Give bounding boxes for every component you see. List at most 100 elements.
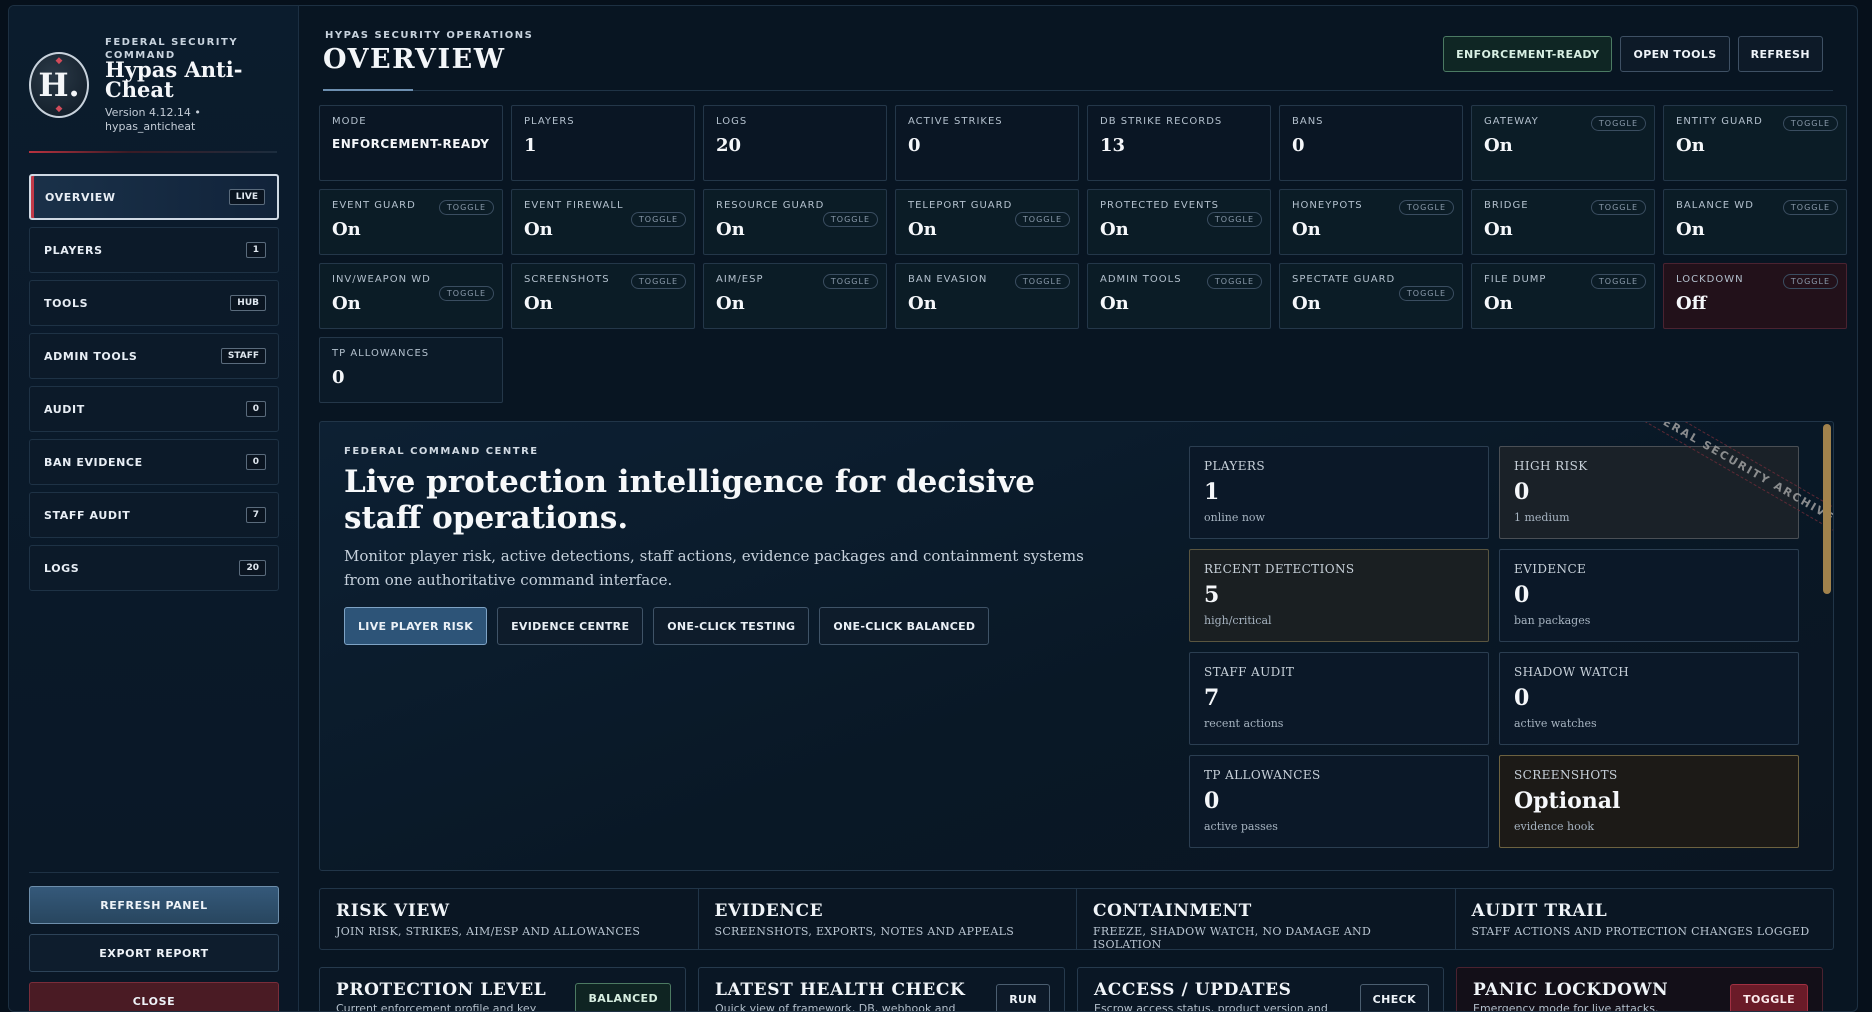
panel-latest-health-check: LATEST HEALTH CHECK Quick view of framew… <box>698 967 1065 1011</box>
bridge-toggle[interactable]: TOGGLE <box>1590 200 1646 215</box>
stat-resource-guard: RESOURCE GUARD On TOGGLE <box>703 189 887 255</box>
section-title: RISK VIEW <box>336 901 450 921</box>
event-guard-toggle[interactable]: TOGGLE <box>438 200 494 215</box>
summary-card-value: 5 <box>1204 582 1220 608</box>
summary-card-value: 0 <box>1204 788 1220 814</box>
gateway-toggle[interactable]: TOGGLE <box>1590 116 1646 131</box>
stat-admin-tools: ADMIN TOOLS On TOGGLE <box>1087 263 1271 329</box>
summary-card-sub: ban packages <box>1514 614 1591 627</box>
balance-wd-toggle[interactable]: TOGGLE <box>1782 200 1838 215</box>
summary-card-recent-detections: RECENT DETECTIONS 5 high/critical <box>1189 549 1489 642</box>
sidebar-item-staff-audit[interactable]: STAFF AUDIT 7 <box>29 492 279 538</box>
inv-weapon-wd-toggle[interactable]: TOGGLE <box>438 286 494 301</box>
stat-event-firewall: EVENT FIREWALL On TOGGLE <box>511 189 695 255</box>
stat-label: ACTIVE STRIKES <box>908 116 1003 127</box>
sidebar-item-label: BAN EVIDENCE <box>44 455 143 469</box>
aim-esp-toggle[interactable]: TOGGLE <box>822 274 878 289</box>
stat-value: 20 <box>716 135 742 156</box>
sidebar-item-players[interactable]: PLAYERS 1 <box>29 227 279 273</box>
stat-value: ENFORCEMENT-READY <box>332 137 490 151</box>
stat-value: On <box>1100 293 1129 314</box>
sidebar-item-label: STAFF AUDIT <box>44 508 131 522</box>
summary-card-sub: active watches <box>1514 717 1597 730</box>
check-button[interactable]: CHECK <box>1359 984 1429 1011</box>
stat-value: On <box>1484 293 1513 314</box>
sidebar-item-ban-evidence[interactable]: BAN EVIDENCE 0 <box>29 439 279 485</box>
stat-label: LOGS <box>716 116 748 127</box>
enforcement-ready-button[interactable]: ENFORCEMENT-READY <box>1443 36 1613 72</box>
screenshots-toggle[interactable]: TOGGLE <box>630 274 686 289</box>
live-player-risk-button[interactable]: LIVE PLAYER RISK <box>344 607 488 645</box>
open-tools-button[interactable]: OPEN TOOLS <box>1620 36 1730 72</box>
scrollbar-thumb[interactable] <box>1823 424 1831 594</box>
section-evidence[interactable]: EVIDENCE SCREENSHOTS, EXPORTS, NOTES AND… <box>699 889 1077 949</box>
section-subtitle: SCREENSHOTS, EXPORTS, NOTES AND APPEALS <box>714 925 1015 938</box>
section-audit-trail[interactable]: AUDIT TRAIL STAFF ACTIONS AND PROTECTION… <box>1456 889 1834 949</box>
sidebar-item-label: OVERVIEW <box>45 190 116 204</box>
stat-aim-esp: AIM/ESP On TOGGLE <box>703 263 887 329</box>
sidebar-item-audit[interactable]: AUDIT 0 <box>29 386 279 432</box>
run-button[interactable]: RUN <box>996 984 1050 1011</box>
summary-card-label: PLAYERS <box>1204 459 1265 473</box>
stat-value: 0 <box>1292 135 1305 156</box>
teleport-guard-toggle[interactable]: TOGGLE <box>1014 212 1070 227</box>
stat-label: PLAYERS <box>524 116 575 127</box>
one-click-testing-button[interactable]: ONE-CLICK TESTING <box>653 607 810 645</box>
stat-label: EVENT FIREWALL <box>524 200 624 211</box>
refresh-panel-button[interactable]: REFRESH PANEL <box>29 886 279 924</box>
file-dump-toggle[interactable]: TOGGLE <box>1590 274 1646 289</box>
title-divider <box>323 89 1833 91</box>
logo-letter: H. <box>38 66 80 104</box>
section-title: AUDIT TRAIL <box>1471 901 1608 921</box>
summary-card-label: TP ALLOWANCES <box>1204 768 1321 782</box>
entity-guard-toggle[interactable]: TOGGLE <box>1782 116 1838 131</box>
stat-ban-evasion: BAN EVASION On TOGGLE <box>895 263 1079 329</box>
spectate-guard-toggle[interactable]: TOGGLE <box>1398 286 1454 301</box>
protected-events-toggle[interactable]: TOGGLE <box>1206 212 1262 227</box>
stat-logs: LOGS 20 <box>703 105 887 181</box>
section-subtitle: STAFF ACTIONS AND PROTECTION CHANGES LOG… <box>1471 925 1810 938</box>
stat-value: On <box>524 293 553 314</box>
stat-lockdown: LOCKDOWN Off TOGGLE <box>1663 263 1847 329</box>
sidebar-item-badge: LIVE <box>228 189 265 205</box>
stat-value: 0 <box>332 367 345 388</box>
balanced-button[interactable]: BALANCED <box>575 983 671 1011</box>
sidebar-item-tools[interactable]: TOOLS HUB <box>29 280 279 326</box>
ban-evasion-toggle[interactable]: TOGGLE <box>1014 274 1070 289</box>
section-risk-view[interactable]: RISK VIEW JOIN RISK, STRIKES, AIM/ESP AN… <box>320 889 699 949</box>
stat-label: BANS <box>1292 116 1324 127</box>
panel-access-updates: ACCESS / UPDATES Escrow access status, p… <box>1077 967 1444 1011</box>
section-subtitle: FREEZE, SHADOW WATCH, NO DAMAGE AND ISOL… <box>1093 925 1372 951</box>
stat-teleport-guard: TELEPORT GUARD On TOGGLE <box>895 189 1079 255</box>
summary-card-label: RECENT DETECTIONS <box>1204 562 1355 576</box>
refresh-button[interactable]: REFRESH <box>1737 36 1823 72</box>
summary-card-sub: active passes <box>1204 820 1278 833</box>
panic-toggle-button[interactable]: TOGGLE <box>1730 984 1808 1011</box>
brand: H. ◆ ◆ FEDERAL SECURITY COMMAND Hypas An… <box>29 30 289 140</box>
event-firewall-toggle[interactable]: TOGGLE <box>630 212 686 227</box>
stat-value: On <box>716 293 745 314</box>
stat-label: DB STRIKE RECORDS <box>1100 116 1223 127</box>
close-button[interactable]: CLOSE <box>29 982 279 1011</box>
lockdown-toggle[interactable]: TOGGLE <box>1782 274 1838 289</box>
admin-tools-toggle[interactable]: TOGGLE <box>1206 274 1262 289</box>
one-click-balanced-button[interactable]: ONE-CLICK BALANCED <box>819 607 990 645</box>
summary-card-label: STAFF AUDIT <box>1204 665 1295 679</box>
stat-entity-guard: ENTITY GUARD On TOGGLE <box>1663 105 1847 181</box>
honeypots-toggle[interactable]: TOGGLE <box>1398 200 1454 215</box>
app-window: H. ◆ ◆ FEDERAL SECURITY COMMAND Hypas An… <box>8 5 1858 1012</box>
stat-inv-weapon-wd: INV/WEAPON WD On TOGGLE <box>319 263 503 329</box>
sidebar-item-overview[interactable]: OVERVIEW LIVE <box>29 174 279 220</box>
resource-guard-toggle[interactable]: TOGGLE <box>822 212 878 227</box>
stat-value: On <box>908 293 937 314</box>
sidebar-item-badge: 7 <box>245 507 266 523</box>
sidebar-item-admin-tools[interactable]: ADMIN TOOLS STAFF <box>29 333 279 379</box>
section-containment[interactable]: CONTAINMENT FREEZE, SHADOW WATCH, NO DAM… <box>1077 889 1456 951</box>
export-report-button[interactable]: EXPORT REPORT <box>29 934 279 972</box>
sidebar-item-badge: 20 <box>239 560 266 576</box>
sidebar-item-label: ADMIN TOOLS <box>44 349 138 363</box>
sidebar-item-logs[interactable]: LOGS 20 <box>29 545 279 591</box>
evidence-centre-button[interactable]: EVIDENCE CENTRE <box>497 607 644 645</box>
hero-kicker: FEDERAL COMMAND CENTRE <box>344 446 539 457</box>
stat-tp-allowances: TP ALLOWANCES 0 <box>319 337 503 403</box>
